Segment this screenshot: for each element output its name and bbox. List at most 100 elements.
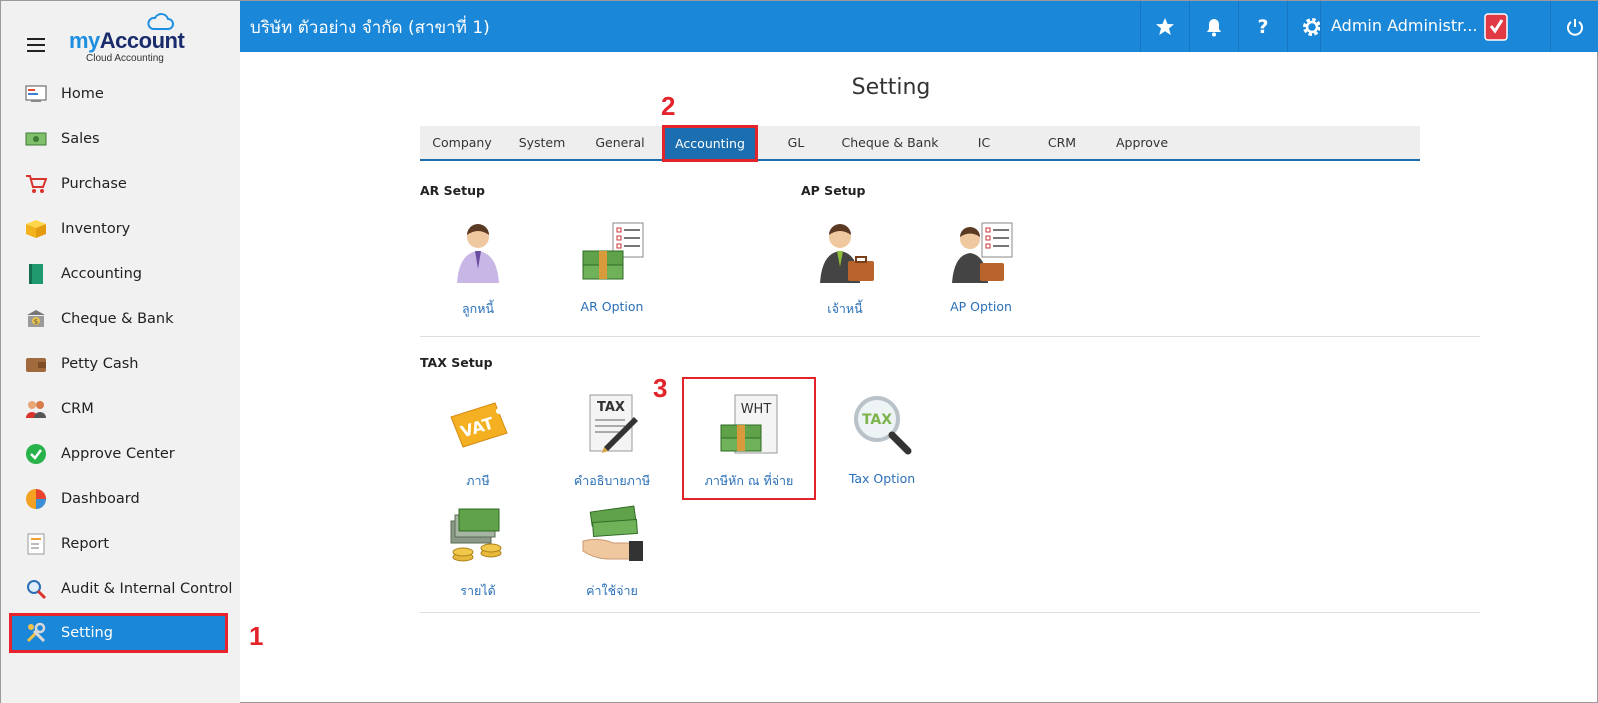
sidebar-item-label: CRM	[61, 400, 94, 417]
tile-label: รายได้	[460, 583, 496, 598]
avatar	[1484, 13, 1508, 41]
tile-income[interactable]: รายได้	[423, 501, 533, 601]
sidebar-item-label: Petty Cash	[61, 355, 139, 372]
tile-tax-description[interactable]: TAX คำอธิบายภาษี	[557, 391, 667, 491]
tax-document-icon: TAX	[557, 391, 667, 459]
help-button[interactable]: ?	[1238, 1, 1287, 52]
sidebar-item-audit[interactable]: Audit & Internal Control	[1, 566, 240, 611]
sidebar-item-label: Report	[61, 535, 110, 552]
tax-option-text: TAX	[862, 412, 892, 428]
wht-document-icon: WHT	[694, 391, 804, 459]
top-bar: บริษัท ตัวอย่าง จำกัด (สาขาที่ 1) ? Admi…	[240, 1, 1598, 52]
tab-company[interactable]: Company	[420, 126, 504, 159]
logo-area: myAccount Cloud Accounting	[1, 1, 240, 69]
tile-creditor[interactable]: เจ้าหนี้	[790, 219, 900, 319]
tab-accounting[interactable]: Accounting	[662, 125, 758, 162]
ar-setup-title: AR Setup	[420, 183, 485, 198]
book-icon	[25, 263, 47, 285]
sidebar-item-home[interactable]: Home	[1, 71, 240, 116]
sidebar-item-label: Sales	[61, 130, 100, 147]
app-logo[interactable]: myAccount Cloud Accounting	[69, 13, 185, 65]
sidebar-item-label: Purchase	[61, 175, 127, 192]
tile-debtor[interactable]: ลูกหนี้	[423, 219, 533, 319]
section-divider	[420, 612, 1480, 613]
tab-ic[interactable]: IC	[946, 126, 1022, 159]
sidebar-item-label: Approve Center	[61, 445, 175, 462]
sidebar-item-setting[interactable]: Setting	[9, 613, 228, 653]
power-icon	[1567, 18, 1583, 36]
check-icon	[25, 443, 47, 465]
sidebar-item-purchase[interactable]: Purchase	[1, 161, 240, 206]
sidebar-item-report[interactable]: Report	[1, 521, 240, 566]
logout-button[interactable]	[1550, 1, 1598, 52]
star-icon	[1156, 17, 1174, 35]
tab-approve[interactable]: Approve	[1102, 126, 1182, 159]
tile-tax[interactable]: VAT ภาษี	[423, 391, 533, 491]
tab-general[interactable]: General	[580, 126, 660, 159]
favorites-button[interactable]	[1140, 1, 1189, 52]
tab-system[interactable]: System	[504, 126, 580, 159]
magnifier-icon	[25, 578, 47, 600]
tile-ap-option[interactable]: AP Option	[926, 219, 1036, 314]
user-menu[interactable]: Admin Administr...	[1320, 1, 1550, 52]
sidebar-item-label: Inventory	[61, 220, 131, 237]
svg-text:$: $	[34, 318, 38, 326]
section-divider	[420, 336, 1480, 337]
tile-tax-option[interactable]: TAX Tax Option	[827, 391, 937, 486]
wallet-icon	[25, 353, 47, 375]
tile-label: AP Option	[950, 299, 1012, 314]
tab-cheque-bank[interactable]: Cheque & Bank	[834, 126, 946, 159]
question-icon: ?	[1257, 15, 1269, 38]
tax-search-icon: TAX	[827, 391, 937, 459]
vat-tag-icon: VAT	[423, 391, 533, 459]
tax-text: TAX	[597, 400, 625, 415]
tile-label: ภาษี	[466, 473, 490, 488]
step-marker-2: 2	[661, 91, 676, 121]
sidebar-item-label: Cheque & Bank	[61, 310, 174, 327]
logo-subtitle: Cloud Accounting	[86, 53, 164, 64]
wht-text: WHT	[741, 402, 772, 417]
user-name: Admin Administr...	[1331, 16, 1478, 35]
home-icon	[25, 83, 47, 105]
pie-chart-icon	[25, 488, 47, 510]
ar-option-icon	[557, 219, 667, 287]
sidebar-item-label: Setting	[61, 625, 113, 641]
tile-label: คำอธิบายภาษี	[573, 473, 651, 488]
tile-label: ค่าใช้จ่าย	[586, 583, 638, 598]
sidebar-item-accounting[interactable]: Accounting	[1, 251, 240, 296]
sidebar-item-sales[interactable]: Sales	[1, 116, 240, 161]
tab-gl[interactable]: GL	[758, 126, 834, 159]
sidebar-item-label: Audit & Internal Control	[61, 580, 233, 597]
tax-setup-title: TAX Setup	[420, 355, 493, 370]
tab-crm[interactable]: CRM	[1022, 126, 1102, 159]
sidebar-item-label: Home	[61, 85, 104, 102]
notifications-button[interactable]	[1189, 1, 1238, 52]
bank-icon: $	[25, 308, 47, 330]
sidebar-item-label: Dashboard	[61, 490, 140, 507]
tile-ar-option[interactable]: AR Option	[557, 219, 667, 314]
tile-label: Tax Option	[848, 471, 916, 486]
step-marker-1: 1	[249, 621, 264, 651]
sidebar-item-petty-cash[interactable]: Petty Cash	[1, 341, 240, 386]
tile-label: ลูกหนี้	[461, 301, 494, 316]
tile-withholding-tax[interactable]: WHT ภาษีหัก ณ ที่จ่าย	[694, 391, 804, 491]
tile-label: เจ้าหนี้	[827, 301, 863, 316]
settings-tabs: Company System General Accounting GL Che…	[420, 125, 1420, 162]
money-coins-icon	[423, 501, 533, 569]
sidebar-item-label: Accounting	[61, 265, 142, 282]
cart-icon	[25, 173, 47, 195]
sidebar-item-approve-center[interactable]: Approve Center	[1, 431, 240, 476]
sidebar-item-crm[interactable]: CRM	[1, 386, 240, 431]
ap-option-icon	[926, 219, 1036, 287]
tile-expense[interactable]: ค่าใช้จ่าย	[557, 501, 667, 601]
ap-setup-title: AP Setup	[801, 183, 866, 198]
sidebar-nav: Home Sales Purchase Inventory Accounting	[1, 71, 240, 653]
sidebar-item-inventory[interactable]: Inventory	[1, 206, 240, 251]
menu-icon[interactable]	[27, 38, 45, 52]
money-hand-icon	[557, 501, 667, 569]
creditor-person-icon	[790, 219, 900, 287]
box-icon	[25, 218, 47, 240]
sidebar-item-cheque-bank[interactable]: $ Cheque & Bank	[1, 296, 240, 341]
people-icon	[25, 398, 47, 420]
sidebar-item-dashboard[interactable]: Dashboard	[1, 476, 240, 521]
